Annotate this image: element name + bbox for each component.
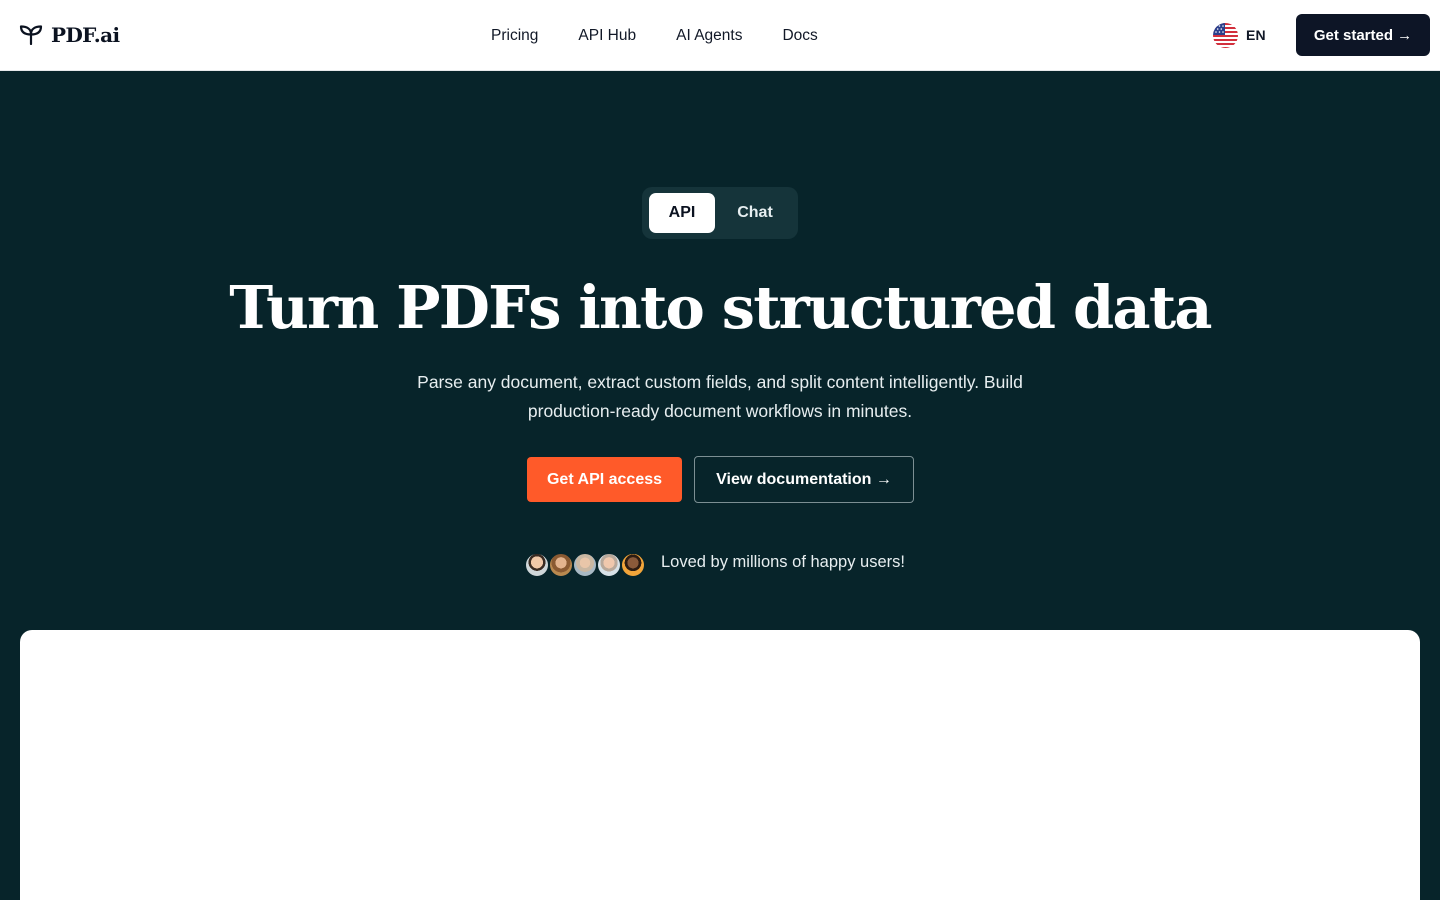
logo[interactable]: PDF.ai xyxy=(19,22,120,48)
hero-title: Turn PDFs into structured data xyxy=(229,273,1212,342)
get-started-button[interactable]: Get started → xyxy=(1296,14,1430,56)
avatar xyxy=(524,552,550,578)
nav-pricing[interactable]: Pricing xyxy=(491,27,538,45)
hero-subtitle: Parse any document, extract custom field… xyxy=(380,368,1060,426)
avatar xyxy=(596,552,622,578)
social-proof-text: Loved by millions of happy users! xyxy=(661,553,905,571)
nav-api-hub[interactable]: API Hub xyxy=(578,27,636,45)
get-api-access-button[interactable]: Get API access xyxy=(527,457,682,502)
language-code: EN xyxy=(1246,27,1266,43)
avatar xyxy=(572,552,598,578)
social-proof: Loved by millions of happy users! xyxy=(524,551,905,579)
nav-ai-agents[interactable]: AI Agents xyxy=(676,27,742,45)
language-selector[interactable]: EN xyxy=(1213,22,1266,48)
hero-subtitle-line1: Parse any document, extract custom field… xyxy=(417,372,1023,392)
avatar-group xyxy=(524,552,646,578)
toggle-api[interactable]: API xyxy=(649,193,715,233)
top-header: PDF.ai Pricing API Hub AI Agents Docs EN… xyxy=(0,0,1440,71)
avatar xyxy=(620,552,646,578)
nav-docs[interactable]: Docs xyxy=(782,27,817,45)
toggle-chat[interactable]: Chat xyxy=(719,193,791,233)
avatar xyxy=(548,552,574,578)
main-nav: Pricing API Hub AI Agents Docs xyxy=(491,0,858,71)
us-flag-icon xyxy=(1213,22,1238,48)
hero-subtitle-line2: production-ready document workflows in m… xyxy=(527,401,913,421)
demo-panel xyxy=(20,630,1420,900)
view-documentation-button[interactable]: View documentation → xyxy=(694,456,914,503)
product-toggle: API Chat xyxy=(642,187,798,239)
sprout-logo-icon xyxy=(19,25,43,45)
logo-text: PDF.ai xyxy=(51,23,120,47)
